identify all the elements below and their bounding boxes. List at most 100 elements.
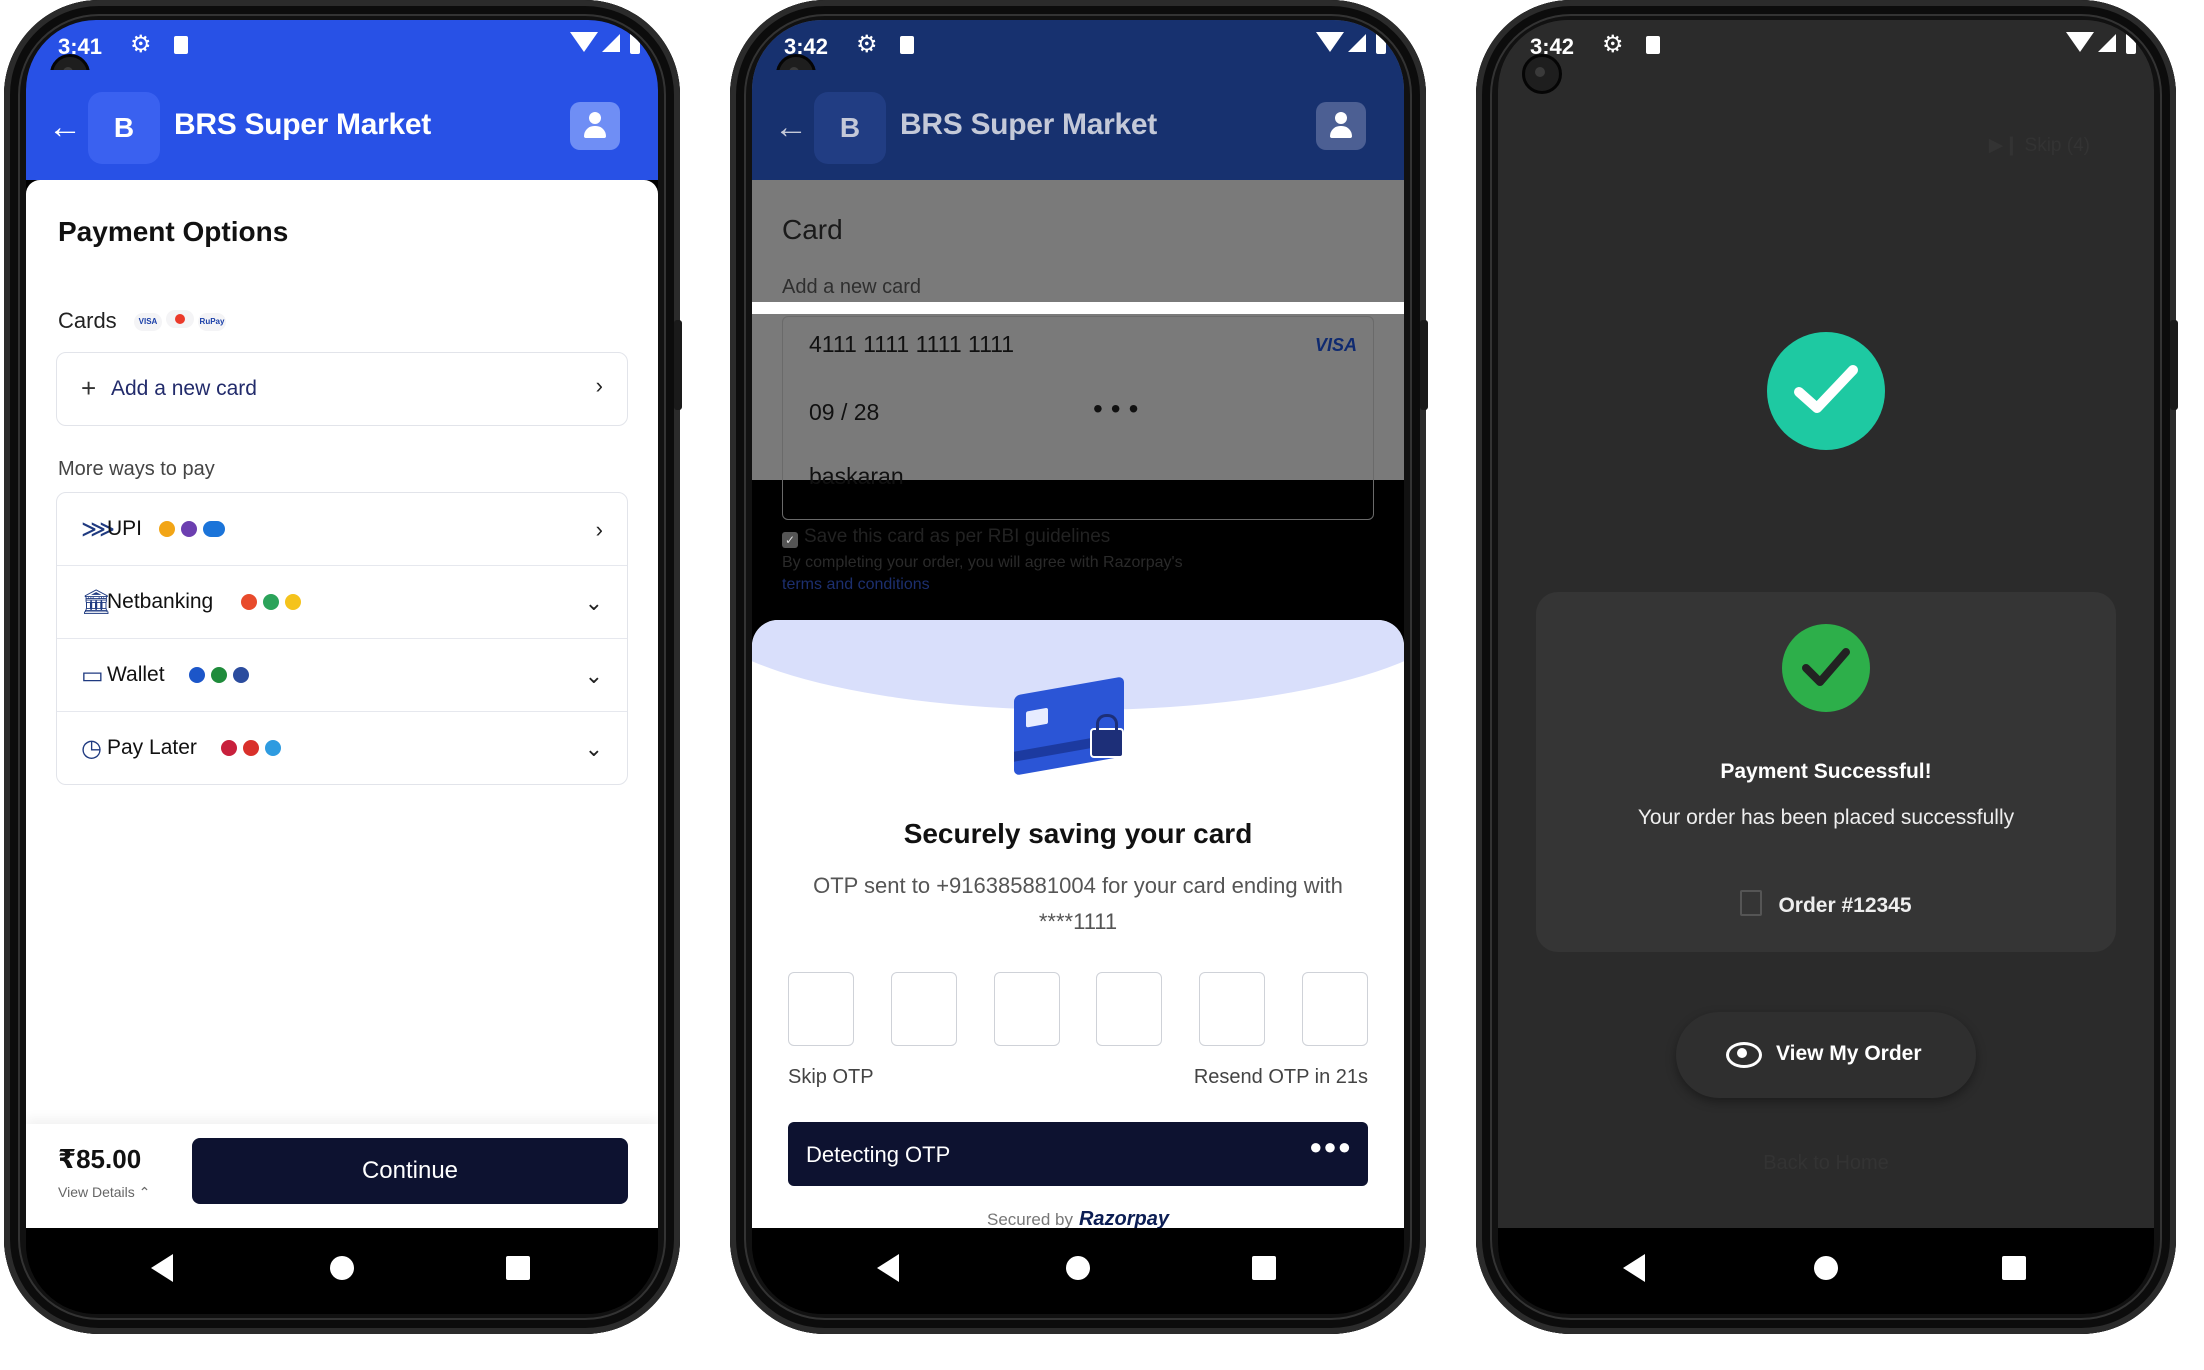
visa-logo: VISA [1314, 335, 1357, 355]
wifi-icon [1316, 32, 1344, 52]
method-upi[interactable]: ⋙ UPI › [57, 493, 627, 566]
chevron-down-icon: ⌄ [584, 663, 603, 688]
secure-title: Securely saving your card [903, 818, 1253, 849]
otp-digit-input[interactable] [993, 972, 1060, 1046]
add-card-label: Add a new card [111, 377, 257, 400]
signal-icon [1348, 34, 1366, 52]
android-nav-bar [26, 1228, 658, 1314]
add-card-subtitle: Add a new card [782, 276, 921, 298]
card-fields: 4111 1111 1111 1111 VISA 09 / 28 ••• bas… [782, 316, 1374, 520]
nav-recents-icon[interactable] [2002, 1256, 2026, 1280]
eye-icon [1726, 1042, 1762, 1068]
method-netbanking[interactable]: 🏛 Netbanking ⌄ [57, 566, 627, 639]
battery-icon [630, 32, 640, 54]
card-holder-field: baskaran [809, 463, 904, 489]
detecting-otp-button[interactable]: Detecting OTP ●●● [788, 1122, 1368, 1186]
chevron-right-icon: › [595, 373, 603, 398]
view-order-label: View My Order [1776, 1042, 1922, 1065]
profile-icon[interactable] [570, 102, 620, 150]
resend-otp-timer: Resend OTP in 21s [1193, 1066, 1368, 1088]
wifi-icon [2066, 32, 2094, 52]
lock-icon [1090, 714, 1124, 758]
nav-recents-icon[interactable] [1252, 1256, 1276, 1280]
store-name: BRS Super Market [174, 108, 431, 141]
payment-success-card: Payment Successful! Your order has been … [1536, 592, 2116, 952]
add-new-card-button[interactable]: + Add a new card › [56, 352, 628, 426]
card-network-logos: VISA RuPay [134, 310, 230, 331]
screen: 3:42 ⚙ ▶❙ Skip (4) Payment Successful! Y… [1498, 20, 2154, 1314]
skip-countdown-button[interactable]: ▶❙ Skip (4) [1989, 134, 2090, 157]
chevron-right-icon: › [595, 517, 603, 542]
method-label: Netbanking [107, 590, 214, 613]
nav-recents-icon[interactable] [506, 1256, 530, 1280]
nav-home-icon[interactable] [1066, 1256, 1090, 1280]
checkout-footer: ₹85.00 View Details ⌃ Continue [26, 1124, 658, 1228]
check-circle-icon [1782, 624, 1870, 712]
nav-back-icon[interactable] [151, 1254, 173, 1282]
side-button [2170, 320, 2178, 410]
android-nav-bar [1498, 1228, 2154, 1314]
skip-otp-link[interactable]: Skip OTP [788, 1066, 874, 1089]
back-arrow-icon: ← [774, 108, 808, 146]
view-my-order-button[interactable]: View My Order [1676, 1012, 1976, 1098]
settings-icon: ⚙ [1602, 31, 1624, 58]
card-title: Card [782, 214, 843, 245]
upi-app-logos [159, 521, 231, 542]
method-pay-later[interactable]: ◷ Pay Later ⌄ [57, 712, 627, 784]
otp-description: OTP sent to +916385881004 for your card … [813, 873, 1343, 934]
otp-digit-input[interactable] [1096, 972, 1163, 1046]
view-details-link[interactable]: View Details ⌃ [58, 1184, 150, 1201]
terms-link: terms and conditions [782, 576, 930, 593]
razorpay-logo: Razorpay [1078, 1208, 1170, 1228]
settings-icon: ⚙ [130, 31, 152, 58]
checkbox-checked-icon: ✓ [782, 532, 798, 548]
mastercard-logo [166, 310, 194, 328]
side-button [1420, 320, 1428, 410]
otp-digit-input[interactable] [788, 972, 854, 1046]
back-to-home-link[interactable]: Back to Home [1498, 1152, 2154, 1175]
cards-label: Cards [58, 308, 117, 333]
rupay-logo: RuPay [198, 313, 226, 331]
card-number-field: 4111 1111 1111 1111 [809, 331, 1015, 357]
store-logo: B [814, 92, 886, 164]
app-bar: ← B BRS Super Market [752, 70, 1404, 180]
continue-button[interactable]: Continue [192, 1138, 628, 1204]
success-check-icon [1767, 332, 1885, 450]
total-price: ₹85.00 [58, 1144, 142, 1174]
phone-frame-payment-options: 3:41 ⚙ ← B BRS Super Market Payment Opti… [4, 0, 682, 1334]
card-cvv-field: ••• [1093, 393, 1147, 424]
clock-icon: ◷ [81, 735, 102, 762]
otp-digit-input[interactable] [1301, 972, 1368, 1046]
chevron-down-icon: ⌄ [584, 736, 603, 761]
method-wallet[interactable]: ▭ Wallet ⌄ [57, 639, 627, 712]
status-bar: 3:41 ⚙ [26, 20, 658, 70]
otp-bottom-sheet: Securely saving your card OTP sent to +9… [752, 620, 1404, 1228]
wallet-icon: ▭ [81, 662, 104, 689]
nav-back-icon[interactable] [877, 1254, 899, 1282]
wallet-logos [189, 667, 255, 688]
store-name: BRS Super Market [900, 108, 1157, 141]
nav-back-icon[interactable] [1623, 1254, 1645, 1282]
side-button [674, 320, 682, 410]
store-logo: B [88, 92, 160, 164]
status-bar: 3:42 ⚙ [752, 20, 1404, 70]
method-label: UPI [107, 517, 143, 540]
payment-options-sheet: Payment Options Cards VISA RuPay + Add a … [26, 180, 658, 1228]
nav-home-icon[interactable] [1814, 1256, 1838, 1280]
receipt-icon [1740, 890, 1763, 916]
success-description: Your order has been placed successfully [1637, 806, 2015, 829]
page-title: Payment Options [58, 216, 289, 247]
otp-input-group [788, 972, 1368, 1046]
divider [752, 302, 1404, 314]
nav-home-icon[interactable] [330, 1256, 354, 1280]
visa-logo: VISA [134, 313, 162, 331]
phone-frame-card-otp: 3:42 ⚙ ← B BRS Super Market Card Add a n… [730, 0, 1428, 1334]
sim-icon [900, 36, 914, 54]
phone-frame-payment-success: 3:42 ⚙ ▶❙ Skip (4) Payment Successful! Y… [1476, 0, 2178, 1334]
settings-icon: ⚙ [856, 31, 878, 58]
otp-digit-input[interactable] [890, 972, 957, 1046]
back-arrow-icon[interactable]: ← [48, 108, 82, 147]
agreement-text: By completing your order, you will agree… [782, 554, 1183, 571]
wifi-icon [570, 32, 598, 52]
otp-digit-input[interactable] [1199, 972, 1266, 1046]
